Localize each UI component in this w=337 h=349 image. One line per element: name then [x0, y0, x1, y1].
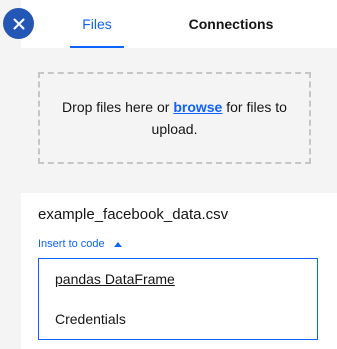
insert-to-code-label: Insert to code: [38, 238, 105, 250]
insert-to-code-menu: pandas DataFrame Credentials: [38, 258, 318, 340]
file-name: example_facebook_data.csv: [38, 206, 229, 223]
tab-files[interactable]: Files: [68, 0, 126, 48]
panel-tabs: Files Connections: [21, 0, 337, 48]
browse-link[interactable]: browse: [173, 99, 222, 115]
tab-files-label: Files: [82, 16, 112, 32]
upload-area: Drop files here or browse for files to u…: [21, 48, 337, 193]
menu-item-credentials[interactable]: Credentials: [39, 299, 317, 339]
tab-connections-label: Connections: [188, 16, 274, 32]
file-dropzone[interactable]: Drop files here or browse for files to u…: [38, 72, 311, 164]
tab-connections[interactable]: Connections: [185, 0, 277, 48]
close-button[interactable]: [3, 8, 34, 39]
left-side-strip: [0, 0, 22, 349]
files-panel: Files Connections Drop files here or bro…: [21, 0, 337, 349]
dropzone-text: Drop files here or browse for files to u…: [54, 96, 295, 140]
close-icon: [13, 18, 24, 29]
insert-to-code-toggle[interactable]: Insert to code: [38, 236, 122, 252]
caret-up-icon: [113, 241, 122, 247]
menu-item-pandas-dataframe[interactable]: pandas DataFrame: [39, 259, 317, 299]
dropzone-text-before: Drop files here or: [62, 99, 174, 115]
